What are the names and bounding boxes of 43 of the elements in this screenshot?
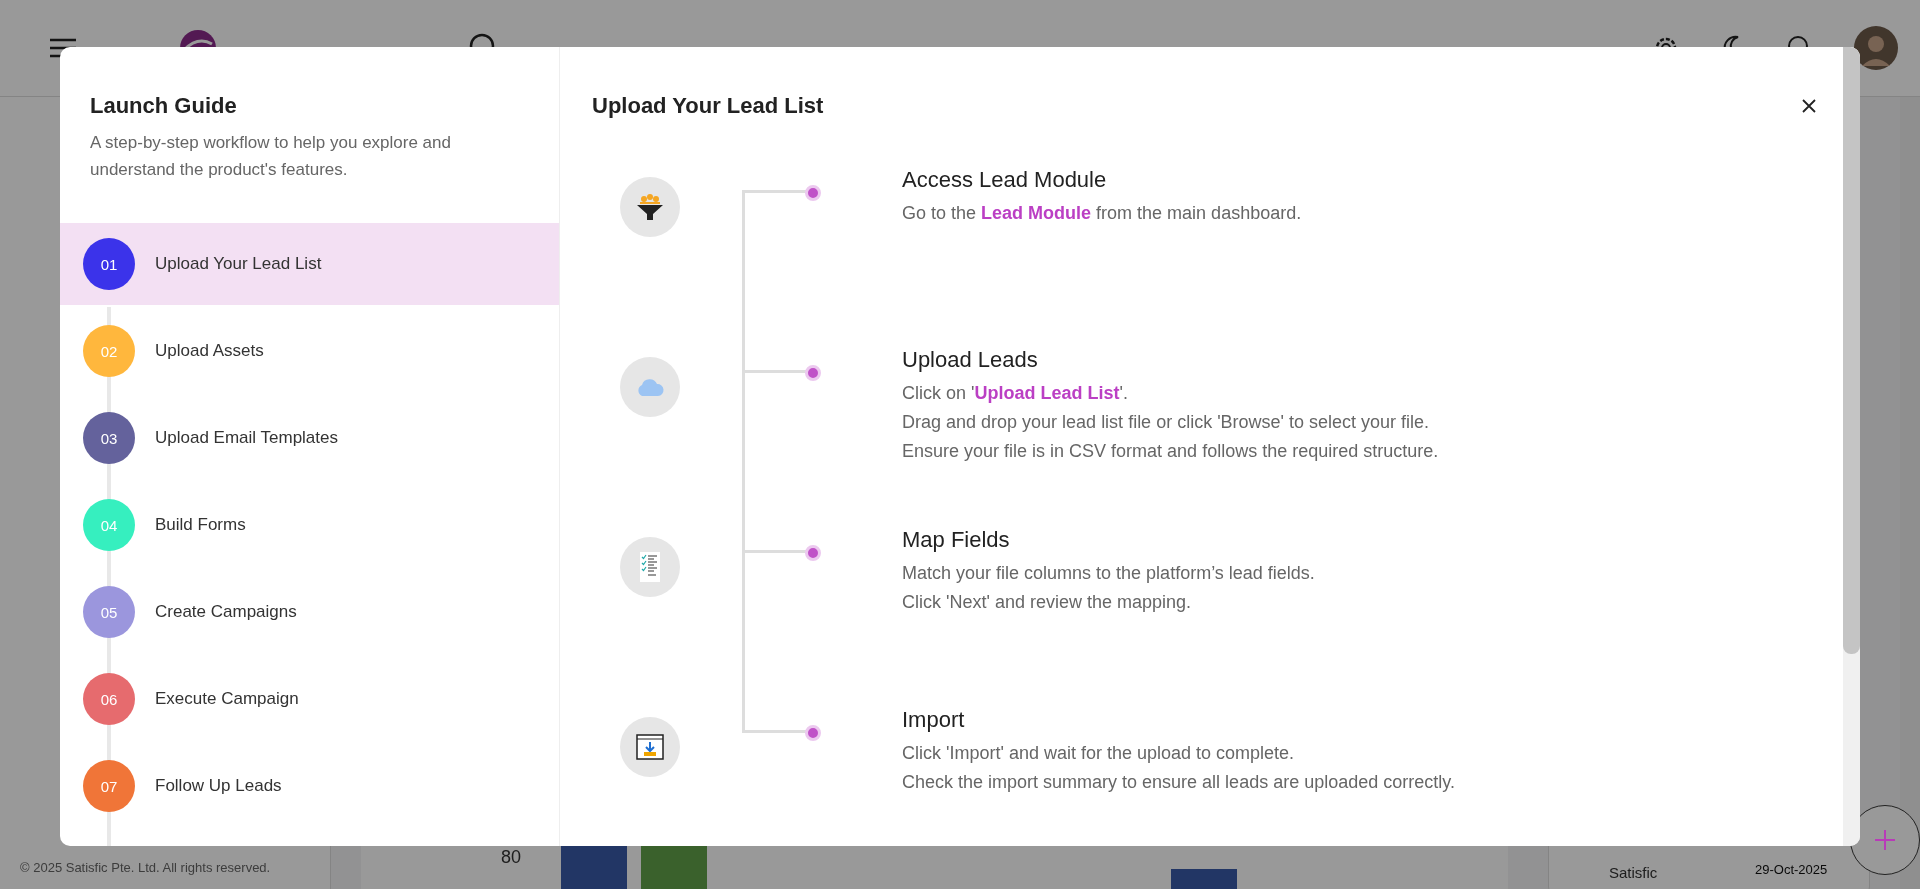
step-description: Match your file columns to the platform’s lead fields. — [902, 562, 1315, 585]
guide-step-item[interactable]: 07 Follow Up Leads — [60, 745, 559, 827]
step-description: Check the import summary to ensure all leads are uploaded correctly. — [902, 771, 1455, 794]
plus-icon — [1873, 828, 1897, 852]
timeline-dot — [805, 365, 821, 381]
step-number: 06 — [83, 673, 135, 725]
step-number: 07 — [83, 760, 135, 812]
step-number: 03 — [83, 412, 135, 464]
chart-bar — [1171, 869, 1237, 889]
step-description: Click 'Import' and wait for the upload to complete. — [902, 742, 1296, 765]
company-name: Satisfic — [1609, 864, 1658, 881]
step-description: Go to the Lead Module from the main dashboard. — [902, 202, 1302, 225]
guide-step-item[interactable]: 02 Upload Assets — [60, 310, 559, 392]
guide-step-item[interactable]: 04 Build Forms — [60, 484, 559, 566]
guide-step-item[interactable]: 03 Upload Email Templates — [60, 397, 559, 479]
step-description: Ensure your file is in CSV format and follows the required structure. — [902, 440, 1439, 463]
axis-tick-label: 80 — [501, 847, 522, 868]
scrollbar[interactable] — [1900, 97, 1920, 889]
guide-subtitle: A step-by-step workflow to help you explore and understand the product's features. — [89, 132, 452, 181]
step-number: 05 — [83, 586, 135, 638]
guide-title: Launch Guide — [90, 93, 238, 119]
guide-step-item[interactable]: 05 Create Campaigns — [60, 571, 559, 653]
avatar-icon[interactable] — [1854, 26, 1898, 70]
step-heading: Access Lead Module — [902, 167, 1108, 193]
close-icon — [1801, 98, 1817, 114]
timeline-dot — [805, 725, 821, 741]
date-text: 29-Oct-2025 — [1755, 862, 1828, 877]
step-description: Click on 'Upload Lead List'. — [902, 382, 1129, 405]
step-heading: Upload Leads — [902, 347, 1039, 373]
step-description: Drag and drop your lead list file or click 'Browse' to select your file. — [902, 411, 1431, 434]
step-heading: Import — [902, 707, 966, 733]
step-heading: Map Fields — [902, 527, 1011, 553]
guide-step-item[interactable]: 06 Execute Campaign — [60, 658, 559, 740]
step-number: 01 — [83, 238, 135, 290]
step-number: 02 — [83, 325, 135, 377]
step-number: 04 — [83, 499, 135, 551]
timeline-dot — [805, 545, 821, 561]
scrollbar[interactable] — [1843, 47, 1860, 846]
guide-step-item[interactable]: 01 Upload Your Lead List — [60, 223, 559, 305]
step-title: Upload Your Lead List — [592, 93, 824, 119]
timeline-dot — [805, 185, 821, 201]
step-description: Click 'Next' and review the mapping. — [902, 591, 1192, 614]
copyright-text: © 2025 Satisfic Pte. Ltd. All rights reserved. — [19, 860, 272, 877]
